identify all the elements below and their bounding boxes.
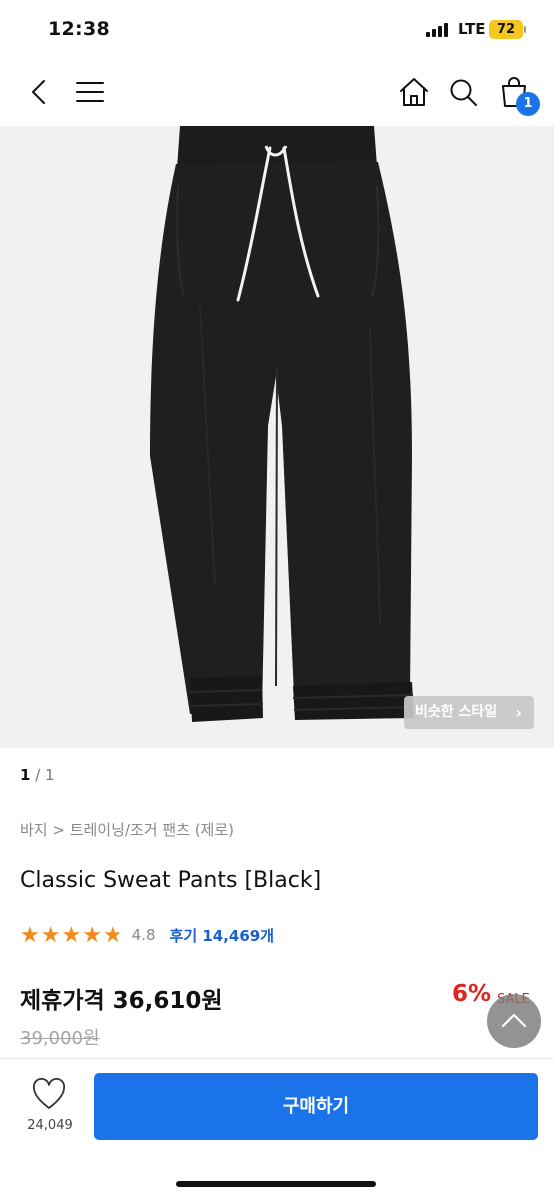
cart-count-badge: 1	[516, 92, 540, 116]
star-icon: ★	[82, 922, 102, 948]
home-indicator	[176, 1181, 376, 1187]
scroll-top-button[interactable]	[487, 994, 541, 1048]
review-link[interactable]: 후기 14,469개	[170, 925, 275, 946]
image-pager: 1 / 1	[20, 766, 55, 784]
buy-button[interactable]: 구매하기	[94, 1073, 538, 1140]
network-label: LTE	[458, 20, 486, 38]
heart-icon	[32, 1077, 66, 1109]
hamburger-icon[interactable]	[71, 72, 111, 112]
star-icon: ★	[40, 922, 61, 948]
rating-row: ★ ★ ★ ★ ★ 4.8 후기 14,469개	[20, 922, 274, 948]
similar-style-label: 비슷한 스타일	[415, 704, 498, 720]
sweat-pants-image	[150, 126, 414, 722]
rating-value: 4.8	[131, 926, 156, 944]
pager-total: / 1	[35, 766, 55, 784]
wishlist-count: 24,049	[27, 1118, 73, 1133]
chevron-right-icon: ›	[515, 703, 522, 722]
pager-current: 1	[20, 766, 31, 784]
home-icon[interactable]	[394, 72, 434, 112]
wishlist-button[interactable]	[18, 1077, 80, 1116]
product-image[interactable]	[0, 126, 554, 748]
nav-bar	[0, 60, 554, 126]
star-icon: ★	[102, 922, 123, 948]
star-rating: ★ ★ ★ ★ ★	[20, 923, 123, 948]
discount-percent: 6%	[452, 981, 492, 1007]
chevron-left-icon[interactable]	[20, 72, 60, 112]
star-icon: ★	[20, 922, 40, 948]
breadcrumb[interactable]: 바지 > 트레이닝/조거 팬츠 (제로)	[20, 819, 234, 840]
star-icon: ★	[61, 922, 82, 948]
original-price: 39,000원	[20, 1028, 100, 1049]
status-time: 12:38	[48, 18, 110, 40]
status-bar: 12:38 LTE 72	[0, 0, 554, 60]
chevron-up-icon	[501, 1013, 527, 1028]
similar-style-button[interactable]: 비슷한 스타일 ›	[404, 696, 534, 729]
search-icon[interactable]	[443, 72, 483, 112]
signal-icon	[426, 23, 452, 37]
battery-tip	[524, 26, 526, 33]
product-title: Classic Sweat Pants [Black]	[20, 868, 322, 893]
price-label: 제휴가격 36,610원	[20, 988, 223, 1014]
battery-icon: 72	[489, 20, 523, 39]
